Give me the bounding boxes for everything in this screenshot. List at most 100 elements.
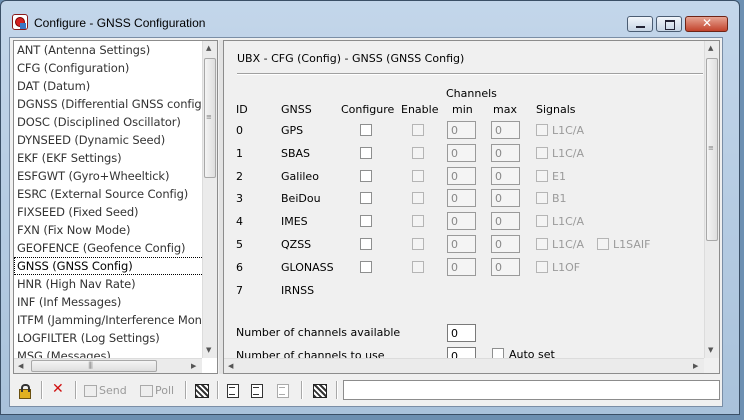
signals-header: Signals bbox=[536, 103, 576, 116]
message-list[interactable]: ANT (Antenna Settings) CFG (Configuration… bbox=[13, 40, 218, 374]
lock-button[interactable] bbox=[17, 380, 31, 400]
poll-icon bbox=[139, 383, 153, 397]
message-list-item[interactable]: INF (Inf Messages) bbox=[14, 293, 204, 311]
panel-vertical-scrollbar[interactable]: ▲ ≡ ▼ bbox=[704, 41, 719, 358]
clear-button[interactable] bbox=[51, 380, 65, 400]
message-list-item[interactable]: DOSC (Disciplined Oscillator) bbox=[14, 113, 204, 131]
message-list-horizontal-scrollbar[interactable]: ◀ ||| ▶ bbox=[14, 358, 202, 373]
message-list-item[interactable]: GNSS (GNSS Config) bbox=[14, 257, 204, 275]
signal-checkbox bbox=[536, 238, 548, 250]
configure-checkbox[interactable] bbox=[360, 192, 372, 204]
message-list-item[interactable]: ESRC (External Source Config) bbox=[14, 185, 204, 203]
hscroll-thumb[interactable] bbox=[31, 360, 157, 372]
message-list-item[interactable]: DYNSEED (Dynamic Seed) bbox=[14, 131, 204, 149]
message-list-item[interactable]: EKF (EKF Settings) bbox=[14, 149, 204, 167]
max-channels-field bbox=[491, 121, 520, 139]
compare-button[interactable] bbox=[275, 380, 289, 400]
gnss-config-panel: UBX - CFG (Config) - GNSS (GNSS Config) … bbox=[223, 40, 720, 374]
enable-checkbox bbox=[412, 170, 424, 182]
message-list-item[interactable]: ITFM (Jamming/Interference Monit bbox=[14, 311, 204, 329]
lock-icon bbox=[17, 383, 31, 399]
signal-checkbox bbox=[536, 192, 548, 204]
close-button[interactable] bbox=[685, 16, 728, 32]
export-button[interactable] bbox=[312, 380, 327, 400]
send-icon bbox=[83, 383, 97, 397]
panel-horizontal-scrollbar[interactable]: ◀ ▶ bbox=[224, 358, 704, 373]
configure-checkbox[interactable] bbox=[360, 147, 372, 159]
gnss-id: 4 bbox=[236, 215, 243, 228]
min-channels-field bbox=[447, 235, 476, 253]
signal-label: B1 bbox=[552, 192, 567, 205]
id-header: ID bbox=[236, 103, 248, 116]
min-channels-field bbox=[447, 189, 476, 207]
panel-divider bbox=[237, 73, 703, 75]
message-list-item[interactable]: DGNSS (Differential GNSS configura bbox=[14, 95, 204, 113]
poll-button[interactable]: Poll bbox=[139, 380, 174, 400]
message-list-item[interactable]: DAT (Datum) bbox=[14, 77, 204, 95]
signal-label: E1 bbox=[552, 170, 566, 183]
scroll-up-arrow-icon[interactable]: ▲ bbox=[708, 44, 713, 52]
signal-checkbox bbox=[536, 261, 548, 273]
gnss-name: IRNSS bbox=[281, 284, 315, 297]
panel-title: UBX - CFG (Config) - GNSS (GNSS Config) bbox=[237, 52, 465, 65]
scroll-down-arrow-icon[interactable]: ▼ bbox=[206, 346, 211, 354]
scroll-left-arrow-icon[interactable]: ◀ bbox=[18, 362, 23, 370]
message-list-item[interactable]: GEOFENCE (Geofence Config) bbox=[14, 239, 204, 257]
pick-message-button[interactable] bbox=[194, 380, 209, 400]
enable-checkbox bbox=[412, 192, 424, 204]
toolbar-separator bbox=[41, 381, 43, 399]
toolbar: Send Poll bbox=[13, 378, 720, 402]
gnss-name: SBAS bbox=[281, 147, 311, 160]
grip-icon: ≡ bbox=[708, 144, 714, 152]
channels-available-label: Number of channels available bbox=[236, 326, 401, 339]
min-channels-field bbox=[447, 212, 476, 230]
minimize-button[interactable] bbox=[627, 16, 653, 32]
message-list-item[interactable]: FIXSEED (Fixed Seed) bbox=[14, 203, 204, 221]
toolbar-separator bbox=[75, 381, 77, 399]
message-list-item[interactable]: CFG (Configuration) bbox=[14, 59, 204, 77]
gnss-id: 7 bbox=[236, 284, 243, 297]
max-channels-field bbox=[491, 212, 520, 230]
configure-checkbox[interactable] bbox=[360, 238, 372, 250]
message-list-vertical-scrollbar[interactable]: ▲ ≡ ▼ bbox=[202, 41, 217, 358]
channels-available-field[interactable] bbox=[447, 324, 476, 342]
scroll-right-arrow-icon[interactable]: ▶ bbox=[693, 362, 698, 370]
maximize-button[interactable] bbox=[656, 16, 682, 32]
message-list-item[interactable]: LOGFILTER (Log Settings) bbox=[14, 329, 204, 347]
configure-checkbox[interactable] bbox=[360, 215, 372, 227]
scroll-up-arrow-icon[interactable]: ▲ bbox=[206, 44, 211, 52]
scroll-left-arrow-icon[interactable]: ◀ bbox=[228, 362, 233, 370]
load-document-icon bbox=[225, 383, 239, 398]
signal-checkbox bbox=[597, 238, 609, 250]
client-area: ANT (Antenna Settings) CFG (Configuration… bbox=[9, 37, 723, 407]
signal-label: L1C/A bbox=[552, 124, 585, 137]
toolbar-separator bbox=[185, 381, 187, 399]
app-icon[interactable] bbox=[12, 14, 28, 30]
load-button[interactable] bbox=[225, 380, 239, 400]
send-button[interactable]: Send bbox=[83, 380, 127, 400]
signal-checkbox bbox=[536, 215, 548, 227]
configure-checkbox[interactable] bbox=[360, 124, 372, 136]
gnss-id: 1 bbox=[236, 147, 243, 160]
enable-checkbox bbox=[412, 238, 424, 250]
min-channels-field bbox=[447, 144, 476, 162]
title-bar[interactable]: Configure - GNSS Configuration bbox=[1, 1, 739, 37]
message-list-item[interactable]: ESFGWT (Gyro+Wheeltick) bbox=[14, 167, 204, 185]
scroll-down-arrow-icon[interactable]: ▼ bbox=[708, 346, 713, 354]
configure-checkbox[interactable] bbox=[360, 261, 372, 273]
compare-document-icon bbox=[275, 383, 289, 398]
message-list-item[interactable]: ANT (Antenna Settings) bbox=[14, 41, 204, 59]
scroll-right-arrow-icon[interactable]: ▶ bbox=[191, 362, 196, 370]
gnss-name: GLONASS bbox=[281, 261, 334, 274]
signal-label: L1C/A bbox=[552, 238, 585, 251]
message-list-item[interactable]: HNR (High Nav Rate) bbox=[14, 275, 204, 293]
message-list-item[interactable]: FXN (Fix Now Mode) bbox=[14, 221, 204, 239]
status-field bbox=[343, 380, 720, 400]
save-button[interactable] bbox=[249, 380, 263, 400]
configure-checkbox[interactable] bbox=[360, 170, 372, 182]
gnss-name: BeiDou bbox=[281, 192, 321, 205]
max-header: max bbox=[493, 103, 517, 116]
signal-label: L1C/A bbox=[552, 147, 585, 160]
enable-checkbox bbox=[412, 124, 424, 136]
configure-window: Configure - GNSS Configuration ANT (Ante… bbox=[0, 0, 740, 415]
